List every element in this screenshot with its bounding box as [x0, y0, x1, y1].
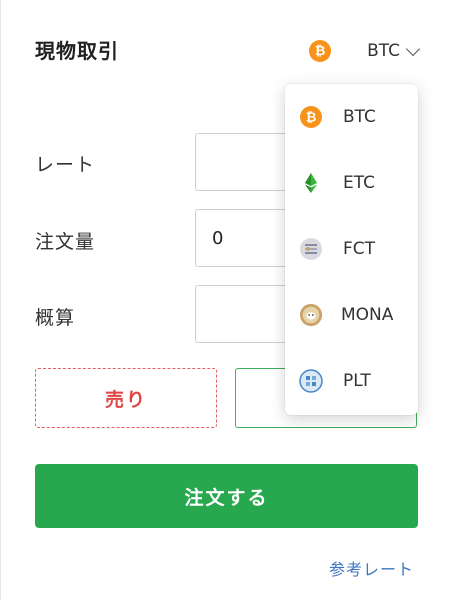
- place-order-label: 注文する: [184, 487, 269, 509]
- sell-button-label: 売り: [104, 388, 147, 411]
- chevron-down-icon: [405, 41, 421, 56]
- page-title: 現物取引: [35, 39, 119, 63]
- dropdown-item-etc[interactable]: ETC: [285, 150, 418, 216]
- palette-token-icon: [299, 369, 323, 393]
- ethereum-classic-icon: [299, 171, 323, 195]
- dropdown-item-label: FCT: [343, 239, 376, 259]
- place-order-button[interactable]: 注文する: [35, 464, 418, 528]
- sell-button[interactable]: 売り: [35, 368, 217, 428]
- dropdown-item-label: MONA: [341, 305, 394, 325]
- coin-dropdown-menu: ₿ BTC ETC FCT MONA PLT: [285, 84, 418, 415]
- monacoin-icon: [299, 303, 323, 327]
- dropdown-item-label: ETC: [343, 173, 375, 193]
- amount-label: 注文量: [35, 231, 96, 253]
- panel-header: 現物取引 ₿ BTC: [35, 36, 421, 66]
- dropdown-item-btc[interactable]: ₿ BTC: [285, 84, 418, 150]
- bitcoin-icon: ₿: [299, 105, 323, 129]
- coin-selector[interactable]: ₿ BTC: [309, 36, 421, 66]
- bitcoin-icon: ₿: [309, 40, 332, 62]
- dropdown-item-label: PLT: [343, 371, 371, 391]
- factom-icon: [299, 237, 323, 261]
- dropdown-item-mona[interactable]: MONA: [285, 282, 418, 348]
- dropdown-item-plt[interactable]: PLT: [285, 348, 418, 414]
- selected-coin-label: BTC: [367, 41, 400, 61]
- dropdown-item-label: BTC: [343, 107, 376, 127]
- svg-text:₿: ₿: [306, 111, 317, 126]
- estimate-label: 概算: [35, 307, 76, 329]
- reference-rate-link[interactable]: 参考レート: [329, 556, 414, 580]
- spot-trade-panel: 現物取引 ₿ BTC レート 注文量 概算 売り 注文する 参考レート ₿ BT…: [0, 0, 454, 600]
- dropdown-item-fct[interactable]: FCT: [285, 216, 418, 282]
- rate-label: レート: [35, 154, 96, 176]
